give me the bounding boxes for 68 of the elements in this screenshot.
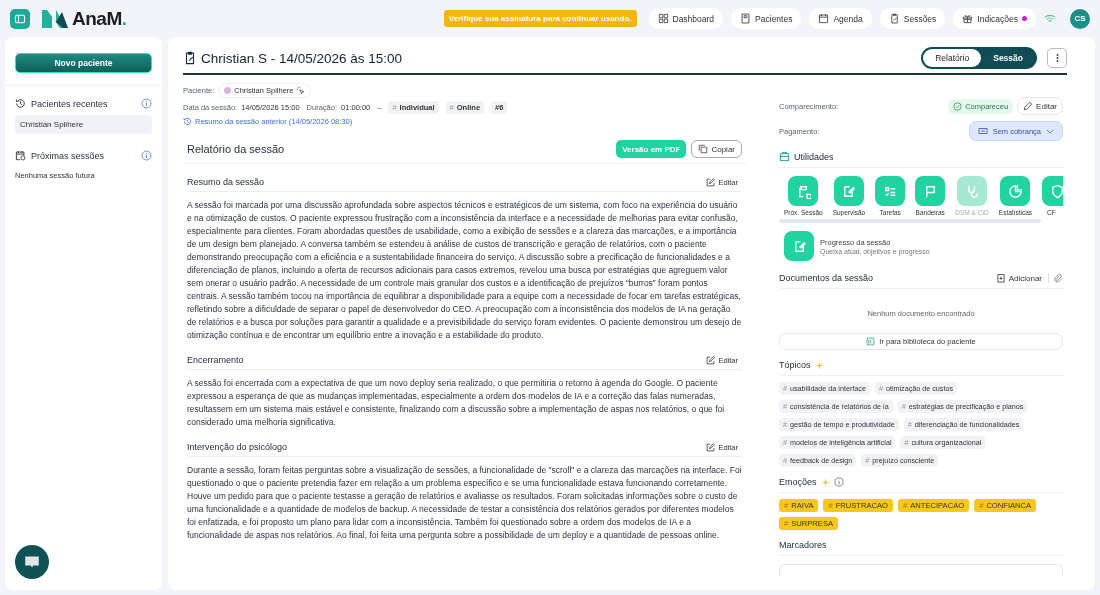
section-title: Pacientes recentes (31, 98, 109, 109)
section-heading: Documentos da sessão (779, 273, 875, 283)
add-document-button[interactable]: Adicionar (989, 273, 1049, 283)
section-heading: Tópicos (779, 360, 811, 370)
info-icon[interactable] (833, 477, 844, 487)
gift-icon (962, 13, 974, 24)
copy-button[interactable]: Copiar (691, 140, 742, 158)
section-title: Próximas sessões (31, 150, 106, 161)
more-button[interactable] (1047, 48, 1067, 68)
section-heading: Emoções (779, 477, 817, 487)
cursor-click-icon (296, 86, 306, 95)
info-icon[interactable] (141, 98, 152, 109)
nav-tab[interactable]: Sessões (879, 8, 946, 29)
info-icon[interactable] (141, 150, 152, 161)
calendar-icon (818, 13, 830, 24)
calendar-clock-icon (15, 150, 26, 161)
nav-tab[interactable]: Agenda (809, 8, 872, 29)
sidebar-toggle-button[interactable] (10, 8, 30, 29)
sparkle-icon (820, 477, 830, 487)
edit-icon (706, 177, 716, 187)
panel-icon (14, 12, 26, 25)
clipboard-icon (888, 13, 900, 24)
section-heading: Marcadores (779, 540, 827, 550)
chat-button[interactable] (15, 545, 49, 579)
wifi-icon (1044, 13, 1056, 24)
report-title: Relatório da sessão (187, 143, 286, 155)
edit-icon (706, 442, 716, 452)
clipboard-edit-icon (183, 51, 197, 65)
copy-icon (698, 144, 709, 154)
pie-chart-icon (1007, 183, 1023, 199)
section-paragraph: Durante a sessão, foram feitas perguntas sobre a visualização de sessões, a funcionalidade de "scroll" e a clareza das marcações na interface. Foi questionado o que o paciente pretendia fazer em relação a um problema específico e se uma funcionalidade estava funcionando corretamente. Houve um pedido para que o paciente testasse a geração de relatórios e avaliasse os resultados. Foram solicitadas informações sobre o custo de uma funcionalidade e a quantidade de modelos de backup. A necessidade de testar a consistência dos relatórios gerados por diferentes modelos foi enfatizada, e foi proposto um plano para lidar com a inconsistência. Também foi questionado sobre a ordem dos modelos de IA e a funcionalidade de aspas nos relatórios. Ao final, foi feita uma pergunta sobre a possibilidade de um deploy e a quantidade de pessoas online. (187, 464, 742, 542)
nav-tab[interactable]: Dashboard (648, 8, 724, 29)
section-heading: Intervenção do psicólogo (187, 442, 288, 452)
markers-field[interactable] (779, 564, 1063, 575)
edit-icon (841, 183, 857, 199)
ticket-icon (977, 126, 988, 136)
check-circle-icon (953, 101, 963, 111)
subscription-alert: Verifique sua assinatura para continuar usando. (443, 10, 637, 27)
history-icon (183, 117, 192, 126)
toolbox-icon (779, 151, 790, 162)
sparkle-icon (814, 360, 824, 370)
nav-tab[interactable]: Pacientes (731, 8, 802, 29)
session-title: Christian S - 14/05/2026 às 15:00 (201, 50, 404, 66)
section-heading: Utilidades (794, 151, 834, 162)
chevron-down-icon (1046, 128, 1054, 134)
new-patient-button[interactable]: Novo paciente (15, 53, 152, 73)
library-icon (866, 337, 876, 346)
shield-icon (1049, 183, 1063, 199)
paperclip-icon[interactable] (1053, 273, 1063, 283)
logo-icon (40, 7, 70, 30)
clipboard-plus-icon (995, 273, 1006, 283)
more-icon (1055, 53, 1059, 63)
user-avatar[interactable]: CS (1070, 8, 1090, 29)
edit-icon (706, 355, 716, 365)
section-heading: Resumo da sessão (187, 177, 265, 187)
contact-book-icon (740, 13, 752, 24)
history-icon (15, 98, 26, 109)
edit-button[interactable]: Editar (1017, 97, 1063, 115)
section-heading: Encerramento (187, 355, 244, 365)
nav-tab[interactable]: Indicações (953, 8, 1036, 29)
section-paragraph: A sessão foi marcada por uma discussão aprofundada sobre aspectos técnicos e estratégicos de um sistema, com foco na experiência do usuário e na otimização de custos. O paciente expressou frustração com a inconsistência da interface e a necessidade de melhorias para evitar confusão, especialmente para clientes. Foram abordadas questões de usabilidade, como a exibição de sessões e a clareza das marcações, e a importância de um design bem planejado. A conversa também se estendeu à análise de custos de transcrição e geração de relatórios, com o paciente demonstrando preocupação com a eficiência e a sustentabilidade financeira do serviço. A discussão sobre a precificação de funcionalidades e a diferenciação de planos, incluindo a oferta de recursos adicionais para casos extremos, revelou uma busca por estratégias que agreguem valor sem onerar o usuário padrão. A necessidade de um controle mais granular dos custos e a identificação de prejuízos “burros” foram pontos centrais. A sessão também tocou na importância de equilibrar a disponibilidade para a equipe com a necessidade de focar em tarefas estratégicas, refletindo sobre a dificuldade de separar o papel de desenvolvedor do CEO. A preocupação com a inconsistência dos modelos de IA na geração de relatórios e a busca por soluções para garantir a qualidade e a previsibilidade do serviço foram evidentes. O paciente demonstrou um desejo de otimização contínua e de encontrar um equilíbrio entre a inovação e a estabilidade do produto. (187, 199, 742, 342)
recent-patient-item[interactable]: Christian Spilhere (15, 115, 152, 134)
pencil-icon (1023, 101, 1034, 111)
view-tab[interactable]: Relatório (923, 49, 982, 67)
patient-dot (224, 87, 232, 94)
logo-text: AnaM. (72, 7, 127, 30)
grid-icon (657, 13, 669, 24)
section-paragraph: A sessão foi encerrada com a expectativa de que um novo deploy seria realizado, o que permitiria o retorno à agenda do Google. O paciente expressou a esperança de que as mudanças implementadas, especialmente a ordem dos modelos de IA e a correção das falas numeradas, resultassem em um sistema mais estável e consistente, finalizando com a discussão sobre a implementação de aspas nos relatórios, o que foi considerado uma melhoria significativa. (187, 377, 726, 429)
